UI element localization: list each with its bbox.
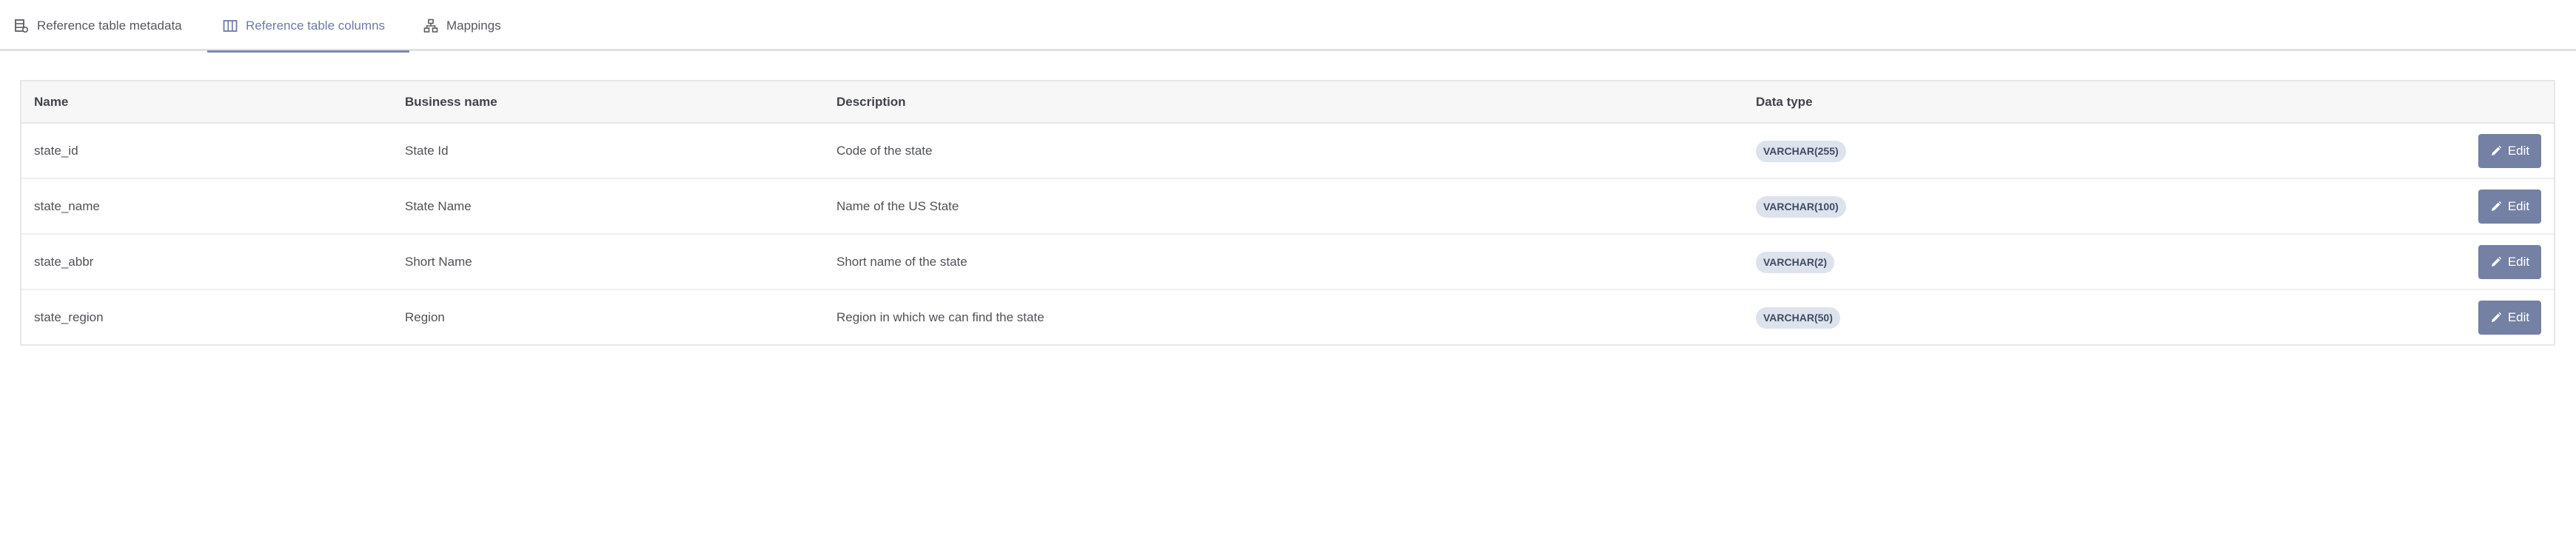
edit-label: Edit — [2507, 144, 2530, 158]
cell-description: Name of the US State — [836, 199, 959, 213]
data-type-badge: VARCHAR(255) — [1756, 141, 1846, 162]
header-name: Name — [34, 95, 69, 109]
edit-label: Edit — [2507, 310, 2530, 324]
edit-button[interactable]: Edit — [2478, 301, 2541, 335]
active-tab-indicator — [207, 50, 409, 53]
tab-label: Reference table columns — [246, 18, 386, 33]
pencil-icon — [2490, 145, 2502, 157]
tab-reference-table-metadata[interactable]: Reference table metadata — [13, 0, 182, 51]
edit-label: Edit — [2507, 199, 2530, 213]
table-metadata-icon — [13, 18, 30, 34]
data-type-badge: VARCHAR(100) — [1756, 196, 1846, 218]
pencil-icon — [2490, 201, 2502, 212]
tab-label: Mappings — [446, 18, 501, 33]
table-row: state_name State Name Name of the US Sta… — [21, 179, 2554, 235]
edit-label: Edit — [2507, 255, 2530, 269]
data-type-badge: VARCHAR(50) — [1756, 307, 1840, 329]
cell-description: Short name of the state — [836, 255, 967, 269]
columns-table: Name Business name Description Data type… — [20, 80, 2555, 346]
header-business-name: Business name — [405, 95, 497, 109]
tab-reference-table-columns[interactable]: Reference table columns — [222, 0, 385, 51]
data-type-badge: VARCHAR(2) — [1756, 252, 1835, 273]
edit-button[interactable]: Edit — [2478, 134, 2541, 168]
header-description: Description — [836, 95, 906, 109]
cell-name: state_region — [34, 310, 104, 324]
tab-mappings[interactable]: Mappings — [423, 0, 501, 51]
tab-bar: Reference table metadata Reference table… — [0, 0, 2576, 53]
cell-name: state_name — [34, 199, 100, 213]
cell-business-name: State Name — [405, 199, 472, 213]
cell-description: Code of the state — [836, 144, 933, 158]
edit-button[interactable]: Edit — [2478, 245, 2541, 279]
cell-description: Region in which we can find the state — [836, 310, 1044, 324]
cell-business-name: Region — [405, 310, 445, 324]
table-header: Name Business name Description Data type — [21, 81, 2554, 124]
table-row: state_abbr Short Name Short name of the … — [21, 235, 2554, 290]
cell-name: state_id — [34, 144, 78, 158]
cell-business-name: State Id — [405, 144, 449, 158]
cell-name: state_abbr — [34, 255, 94, 269]
tab-label: Reference table metadata — [37, 18, 182, 33]
table-row: state_region Region Region in which we c… — [21, 290, 2554, 344]
cell-business-name: Short Name — [405, 255, 472, 269]
pencil-icon — [2490, 312, 2502, 324]
columns-icon — [222, 18, 238, 34]
header-data-type: Data type — [1756, 95, 1813, 109]
edit-button[interactable]: Edit — [2478, 190, 2541, 224]
mappings-icon — [423, 18, 439, 34]
pencil-icon — [2490, 256, 2502, 268]
table-row: state_id State Id Code of the state VARC… — [21, 124, 2554, 179]
